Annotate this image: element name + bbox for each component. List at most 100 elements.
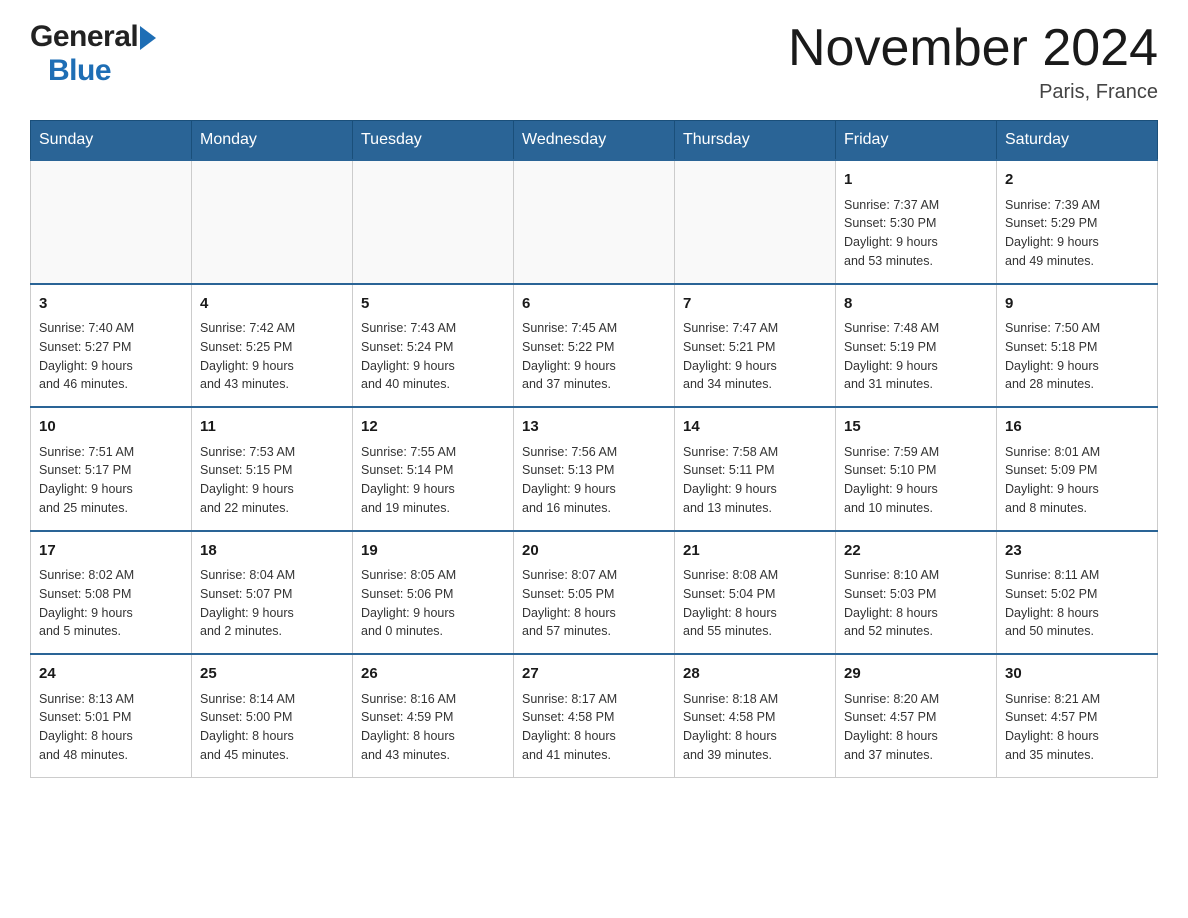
day-number: 22: [844, 540, 988, 563]
calendar-week-2: 10 Sunrise: 7:51 AM Sunset: 5:17 PM Dayli…: [31, 407, 1158, 531]
calendar-cell: 16 Sunrise: 8:01 AM Sunset: 5:09 PM Dayli…: [997, 407, 1158, 531]
logo-blue-text: Blue: [48, 54, 111, 88]
page-header: General Blue November 2024 Paris, France: [30, 20, 1158, 104]
day-info: Sunrise: 8:18 AM Sunset: 4:58 PM Dayligh…: [683, 690, 827, 765]
day-info: Sunrise: 8:07 AM Sunset: 5:05 PM Dayligh…: [522, 566, 666, 641]
day-info: Sunrise: 8:02 AM Sunset: 5:08 PM Dayligh…: [39, 566, 183, 641]
day-number: 19: [361, 540, 505, 563]
calendar-cell: 6Sunrise: 7:45 AM Sunset: 5:22 PM Daylig…: [514, 284, 675, 408]
calendar-cell: 14 Sunrise: 7:58 AM Sunset: 5:11 PM Dayli…: [675, 407, 836, 531]
day-info: Sunrise: 7:48 AM Sunset: 5:19 PM Dayligh…: [844, 319, 988, 394]
day-info: Sunrise: 8:13 AM Sunset: 5:01 PM Dayligh…: [39, 690, 183, 765]
day-number: 28: [683, 663, 827, 686]
calendar-week-0: 1 Sunrise: 7:37 AM Sunset: 5:30 PM Daylig…: [31, 160, 1158, 284]
logo: General Blue: [30, 20, 156, 88]
day-info: Sunrise: 8:10 AM Sunset: 5:03 PM Dayligh…: [844, 566, 988, 641]
day-info: Sunrise: 8:08 AM Sunset: 5:04 PM Dayligh…: [683, 566, 827, 641]
logo-general-text: General: [30, 20, 138, 54]
calendar-week-3: 17 Sunrise: 8:02 AM Sunset: 5:08 PM Dayli…: [31, 531, 1158, 655]
day-info: Sunrise: 7:37 AM Sunset: 5:30 PM Dayligh…: [844, 196, 988, 271]
day-number: 24: [39, 663, 183, 686]
weekday-header-row: SundayMondayTuesdayWednesdayThursdayFrid…: [31, 121, 1158, 161]
calendar-cell: 23 Sunrise: 8:11 AM Sunset: 5:02 PM Dayli…: [997, 531, 1158, 655]
day-number: 20: [522, 540, 666, 563]
day-number: 17: [39, 540, 183, 563]
calendar-table: SundayMondayTuesdayWednesdayThursdayFrid…: [30, 120, 1158, 778]
day-number: 14: [683, 416, 827, 439]
logo-chevron-icon: [140, 26, 156, 50]
calendar-week-1: 3 Sunrise: 7:40 AM Sunset: 5:27 PM Daylig…: [31, 284, 1158, 408]
day-number: 29: [844, 663, 988, 686]
day-info: Sunrise: 8:21 AM Sunset: 4:57 PM Dayligh…: [1005, 690, 1149, 765]
calendar-cell: 8 Sunrise: 7:48 AM Sunset: 5:19 PM Daylig…: [836, 284, 997, 408]
calendar-cell: [192, 160, 353, 284]
day-number: 1: [844, 169, 988, 192]
day-info: Sunrise: 7:56 AM Sunset: 5:13 PM Dayligh…: [522, 443, 666, 518]
day-info: Sunrise: 7:50 AM Sunset: 5:18 PM Dayligh…: [1005, 319, 1149, 394]
day-info: Sunrise: 8:14 AM Sunset: 5:00 PM Dayligh…: [200, 690, 344, 765]
day-number: 26: [361, 663, 505, 686]
day-number: 7: [683, 293, 827, 316]
day-info: Sunrise: 8:16 AM Sunset: 4:59 PM Dayligh…: [361, 690, 505, 765]
day-info: Sunrise: 8:05 AM Sunset: 5:06 PM Dayligh…: [361, 566, 505, 641]
calendar-cell: 3 Sunrise: 7:40 AM Sunset: 5:27 PM Daylig…: [31, 284, 192, 408]
day-number: 8: [844, 293, 988, 316]
day-info: Sunrise: 7:47 AM Sunset: 5:21 PM Dayligh…: [683, 319, 827, 394]
weekday-header-thursday: Thursday: [675, 121, 836, 161]
day-number: 5: [361, 293, 505, 316]
calendar-cell: 21Sunrise: 8:08 AM Sunset: 5:04 PM Dayli…: [675, 531, 836, 655]
calendar-cell: 7 Sunrise: 7:47 AM Sunset: 5:21 PM Daylig…: [675, 284, 836, 408]
location-label: Paris, France: [788, 81, 1158, 104]
calendar-cell: 4Sunrise: 7:42 AM Sunset: 5:25 PM Daylig…: [192, 284, 353, 408]
day-info: Sunrise: 7:40 AM Sunset: 5:27 PM Dayligh…: [39, 319, 183, 394]
calendar-cell: 17 Sunrise: 8:02 AM Sunset: 5:08 PM Dayli…: [31, 531, 192, 655]
day-number: 23: [1005, 540, 1149, 563]
day-info: Sunrise: 8:01 AM Sunset: 5:09 PM Dayligh…: [1005, 443, 1149, 518]
calendar-cell: [31, 160, 192, 284]
day-info: Sunrise: 8:17 AM Sunset: 4:58 PM Dayligh…: [522, 690, 666, 765]
weekday-header-tuesday: Tuesday: [353, 121, 514, 161]
weekday-header-monday: Monday: [192, 121, 353, 161]
day-info: Sunrise: 7:55 AM Sunset: 5:14 PM Dayligh…: [361, 443, 505, 518]
day-number: 9: [1005, 293, 1149, 316]
day-info: Sunrise: 7:53 AM Sunset: 5:15 PM Dayligh…: [200, 443, 344, 518]
weekday-header-wednesday: Wednesday: [514, 121, 675, 161]
calendar-cell: 24 Sunrise: 8:13 AM Sunset: 5:01 PM Dayli…: [31, 654, 192, 777]
day-number: 2: [1005, 169, 1149, 192]
calendar-cell: [675, 160, 836, 284]
day-number: 3: [39, 293, 183, 316]
day-number: 13: [522, 416, 666, 439]
calendar-cell: 18Sunrise: 8:04 AM Sunset: 5:07 PM Dayli…: [192, 531, 353, 655]
calendar-cell: 10 Sunrise: 7:51 AM Sunset: 5:17 PM Dayli…: [31, 407, 192, 531]
calendar-cell: 12Sunrise: 7:55 AM Sunset: 5:14 PM Dayli…: [353, 407, 514, 531]
calendar-cell: 13 Sunrise: 7:56 AM Sunset: 5:13 PM Dayli…: [514, 407, 675, 531]
calendar-cell: 22 Sunrise: 8:10 AM Sunset: 5:03 PM Dayli…: [836, 531, 997, 655]
day-info: Sunrise: 7:39 AM Sunset: 5:29 PM Dayligh…: [1005, 196, 1149, 271]
day-info: Sunrise: 7:51 AM Sunset: 5:17 PM Dayligh…: [39, 443, 183, 518]
day-info: Sunrise: 8:20 AM Sunset: 4:57 PM Dayligh…: [844, 690, 988, 765]
day-number: 10: [39, 416, 183, 439]
day-info: Sunrise: 7:58 AM Sunset: 5:11 PM Dayligh…: [683, 443, 827, 518]
day-number: 18: [200, 540, 344, 563]
day-number: 30: [1005, 663, 1149, 686]
weekday-header-sunday: Sunday: [31, 121, 192, 161]
weekday-header-saturday: Saturday: [997, 121, 1158, 161]
day-number: 16: [1005, 416, 1149, 439]
weekday-header-friday: Friday: [836, 121, 997, 161]
day-info: Sunrise: 7:59 AM Sunset: 5:10 PM Dayligh…: [844, 443, 988, 518]
calendar-cell: 29 Sunrise: 8:20 AM Sunset: 4:57 PM Dayli…: [836, 654, 997, 777]
day-info: Sunrise: 7:45 AM Sunset: 5:22 PM Dayligh…: [522, 319, 666, 394]
day-number: 11: [200, 416, 344, 439]
calendar-cell: 20 Sunrise: 8:07 AM Sunset: 5:05 PM Dayli…: [514, 531, 675, 655]
calendar-header: SundayMondayTuesdayWednesdayThursdayFrid…: [31, 121, 1158, 161]
day-number: 25: [200, 663, 344, 686]
day-number: 15: [844, 416, 988, 439]
calendar-cell: [514, 160, 675, 284]
day-info: Sunrise: 8:11 AM Sunset: 5:02 PM Dayligh…: [1005, 566, 1149, 641]
month-title: November 2024: [788, 20, 1158, 77]
calendar-cell: 9 Sunrise: 7:50 AM Sunset: 5:18 PM Daylig…: [997, 284, 1158, 408]
day-number: 27: [522, 663, 666, 686]
title-block: November 2024 Paris, France: [788, 20, 1158, 104]
day-info: Sunrise: 7:43 AM Sunset: 5:24 PM Dayligh…: [361, 319, 505, 394]
calendar-cell: 1 Sunrise: 7:37 AM Sunset: 5:30 PM Daylig…: [836, 160, 997, 284]
